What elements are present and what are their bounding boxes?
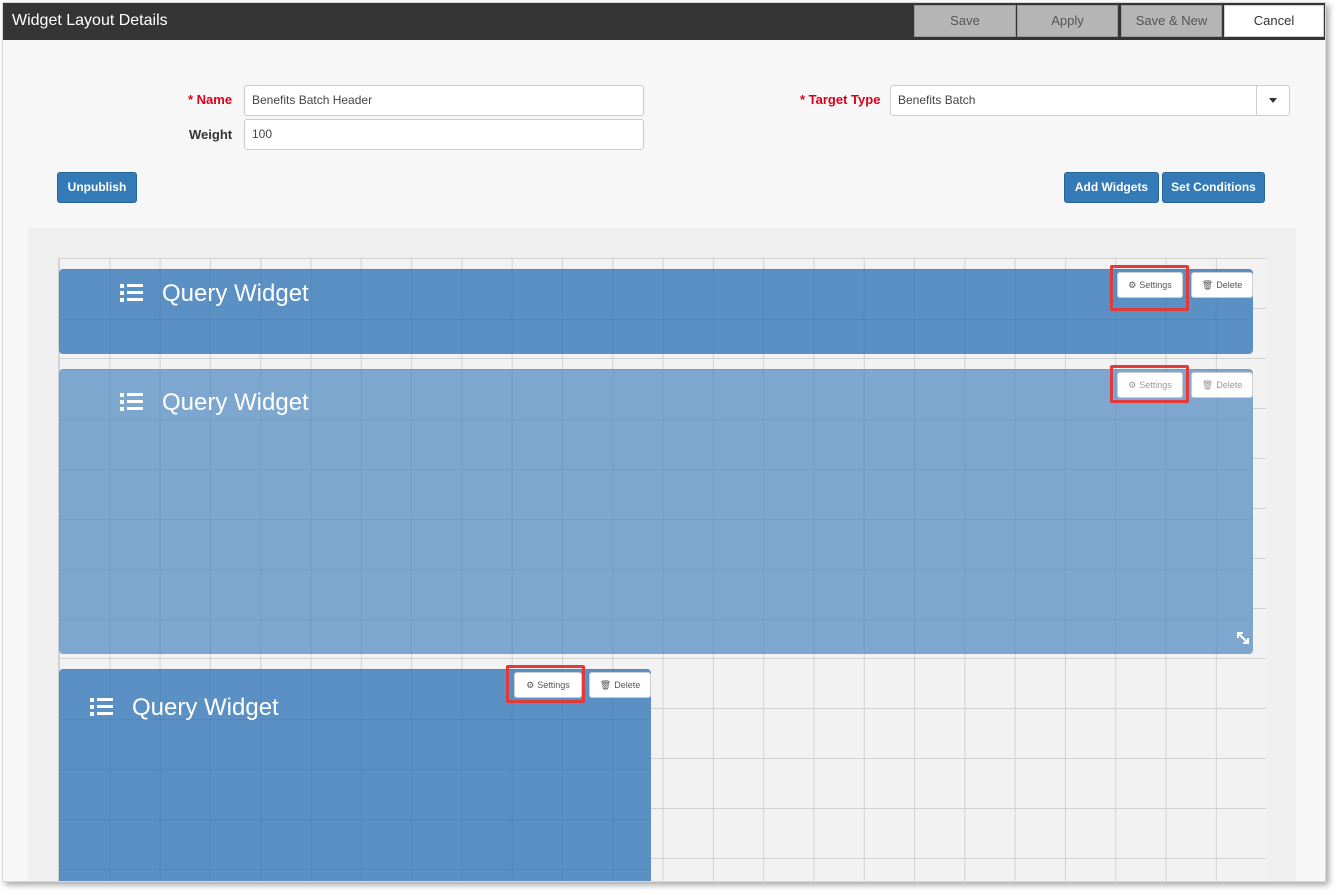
widget-settings-button[interactable]: ⚙ Settings bbox=[514, 672, 582, 698]
query-widget-2[interactable]: Query Widget ⚙ Settings 🗑 Delete bbox=[59, 369, 1253, 654]
chevron-down-icon[interactable] bbox=[1256, 86, 1289, 115]
settings-label: Settings bbox=[537, 680, 570, 690]
target-type-select[interactable]: Benefits Batch bbox=[890, 85, 1290, 116]
trash-icon: 🗑 bbox=[1201, 380, 1214, 390]
delete-label: Delete bbox=[1216, 380, 1243, 390]
save-and-new-button[interactable]: Save & New bbox=[1121, 5, 1222, 37]
gear-icon: ⚙ bbox=[1128, 280, 1137, 290]
settings-label: Settings bbox=[1139, 380, 1172, 390]
widget-title: Query Widget bbox=[162, 280, 309, 307]
trash-icon: 🗑 bbox=[1201, 280, 1214, 290]
name-required-mark: * bbox=[188, 92, 197, 107]
list-icon bbox=[90, 698, 114, 718]
widget-title: Query Widget bbox=[132, 694, 279, 721]
name-input[interactable]: Benefits Batch Header bbox=[244, 85, 644, 116]
target-type-label: * Target Type bbox=[800, 92, 880, 107]
target-type-required-mark: * bbox=[800, 92, 809, 107]
save-button[interactable]: Save bbox=[914, 5, 1016, 37]
unpublish-button[interactable]: Unpublish bbox=[57, 172, 137, 203]
widget-settings-button[interactable]: ⚙ Settings bbox=[1117, 272, 1183, 298]
list-icon bbox=[120, 393, 144, 413]
query-widget-1[interactable]: Query Widget ⚙ Settings 🗑 Delete bbox=[59, 269, 1253, 354]
window-title: Widget Layout Details bbox=[12, 12, 168, 29]
weight-label: Weight bbox=[189, 127, 233, 142]
delete-label: Delete bbox=[614, 680, 641, 690]
trash-icon: 🗑 bbox=[599, 680, 612, 690]
widget-delete-button[interactable]: 🗑 Delete bbox=[1191, 372, 1253, 398]
set-conditions-button[interactable]: Set Conditions bbox=[1162, 172, 1265, 203]
gear-icon: ⚙ bbox=[526, 680, 535, 690]
weight-input[interactable]: 100 bbox=[244, 119, 644, 150]
widget-delete-button[interactable]: 🗑 Delete bbox=[1191, 272, 1253, 298]
query-widget-3[interactable]: Query Widget ⚙ Settings 🗑 Delete bbox=[59, 669, 651, 881]
add-widgets-button[interactable]: Add Widgets bbox=[1064, 172, 1159, 203]
resize-icon[interactable] bbox=[1236, 631, 1250, 645]
settings-label: Settings bbox=[1139, 280, 1172, 290]
gear-icon: ⚙ bbox=[1128, 380, 1137, 390]
widget-title: Query Widget bbox=[162, 389, 309, 416]
widget-delete-button[interactable]: 🗑 Delete bbox=[589, 672, 651, 698]
list-icon bbox=[120, 284, 144, 304]
title-bar: Widget Layout Details Save Apply Save & … bbox=[3, 3, 1325, 40]
name-label: * Name bbox=[188, 92, 232, 107]
widget-settings-button[interactable]: ⚙ Settings bbox=[1117, 372, 1183, 398]
cancel-button[interactable]: Cancel bbox=[1224, 5, 1324, 37]
widget-layout-window: Widget Layout Details Save Apply Save & … bbox=[2, 2, 1326, 882]
target-type-value: Benefits Batch bbox=[898, 93, 976, 107]
name-label-text: Name bbox=[196, 92, 233, 107]
apply-button[interactable]: Apply bbox=[1017, 5, 1118, 37]
delete-label: Delete bbox=[1216, 280, 1243, 290]
target-type-label-text: Target Type bbox=[808, 92, 881, 107]
